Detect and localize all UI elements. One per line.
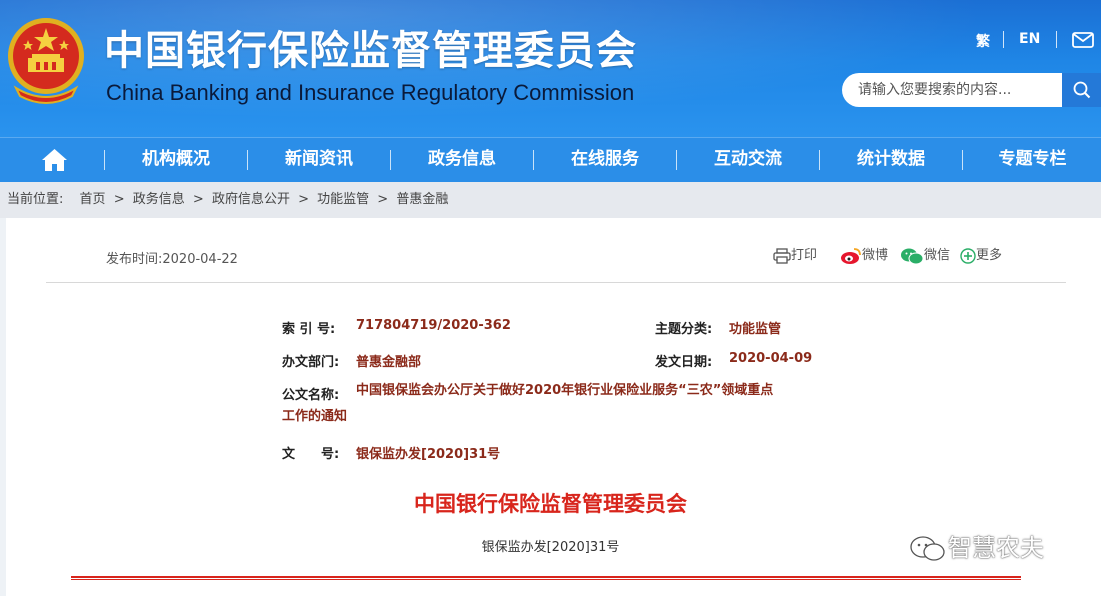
mail-icon[interactable] xyxy=(1072,32,1094,48)
weibo-label: 微博 xyxy=(862,248,889,263)
topic-value: 功能监管 xyxy=(729,322,782,337)
national-emblem-icon xyxy=(8,18,84,104)
more-label: 更多 xyxy=(976,248,1003,263)
lang-divider xyxy=(1056,31,1057,48)
breadcrumb-separator: > xyxy=(298,192,309,207)
weibo-share-button[interactable]: 微博 xyxy=(840,246,888,266)
site-title-english: China Banking and Insurance Regulatory C… xyxy=(106,80,635,105)
print-button[interactable]: 打印 xyxy=(773,246,817,266)
nav-divider xyxy=(247,150,248,170)
red-header-rule xyxy=(71,576,1021,580)
breadcrumb-item-home[interactable]: 首页 xyxy=(80,182,106,218)
nav-divider xyxy=(962,150,963,170)
watermark: 智慧农夫 xyxy=(908,528,1044,564)
nav-item-statistics[interactable]: 统计数据 xyxy=(821,137,961,182)
breadcrumb-label: 当前位置: xyxy=(7,192,64,207)
wechat-label: 微信 xyxy=(924,248,951,263)
document-title: 中国银行保险监督管理委员会 xyxy=(414,492,687,516)
nav-item-government-info[interactable]: 政务信息 xyxy=(392,137,532,182)
nav-divider xyxy=(104,150,105,170)
site-title-chinese: 中国银行保险监督管理委员会 xyxy=(104,28,637,74)
index-number-value: 717804719/2020-362 xyxy=(356,318,511,333)
topic-label: 主题分类: xyxy=(655,322,713,337)
nav-divider xyxy=(676,150,677,170)
nav-divider xyxy=(819,150,820,170)
breadcrumb-item-inclusive-finance[interactable]: 普惠金融 xyxy=(396,182,448,218)
print-label: 打印 xyxy=(791,248,818,263)
nav-item-about[interactable]: 机构概况 xyxy=(106,137,246,182)
search-icon xyxy=(1073,81,1091,99)
index-number-label: 索 引 号: xyxy=(282,322,336,337)
document-number-label: 文 号: xyxy=(282,447,340,462)
breadcrumb-separator: > xyxy=(113,192,125,207)
search-button[interactable] xyxy=(1062,73,1101,107)
breadcrumb-separator: > xyxy=(192,192,204,207)
nav-item-interaction[interactable]: 互动交流 xyxy=(678,137,818,182)
nav-divider xyxy=(533,150,534,170)
department-value: 普惠金融部 xyxy=(356,355,422,370)
issue-date-label: 发文日期: xyxy=(655,355,713,370)
nav-item-news[interactable]: 新闻资讯 xyxy=(249,137,389,182)
search-input[interactable] xyxy=(858,73,1058,107)
traditional-chinese-link[interactable]: 繁 xyxy=(976,31,990,51)
more-share-button[interactable]: 更多 xyxy=(960,246,1002,266)
nav-item-special-topics[interactable]: 专题专栏 xyxy=(964,137,1101,182)
plus-circle-icon xyxy=(960,247,976,264)
printer-icon xyxy=(773,247,791,264)
breadcrumb-item-functional-supervision[interactable]: 功能监管 xyxy=(317,182,369,218)
weibo-icon xyxy=(841,247,861,264)
breadcrumb-separator: > xyxy=(377,192,389,207)
breadcrumb-item-disclosure[interactable]: 政府信息公开 xyxy=(212,182,290,218)
wechat-icon xyxy=(901,248,924,264)
nav-divider xyxy=(390,150,391,170)
breadcrumb-item-government-info[interactable]: 政务信息 xyxy=(133,182,185,218)
breadcrumb: 当前位置: 首页 > 政务信息 > 政府信息公开 > 功能监管 > 普惠金融 xyxy=(0,182,1101,218)
wechat-watermark-icon xyxy=(910,536,945,561)
home-icon[interactable] xyxy=(41,148,68,172)
watermark-text: 智慧农夫 xyxy=(948,534,1044,562)
issue-date-value: 2020-04-09 xyxy=(729,351,813,366)
lang-divider xyxy=(1003,31,1004,48)
publish-time: 发布时间:2020-04-22 xyxy=(106,252,238,267)
department-label: 办文部门: xyxy=(282,355,340,370)
divider xyxy=(46,282,1066,283)
wechat-share-button[interactable]: 微信 xyxy=(900,246,950,266)
document-number-value: 银保监办发[2020]31号 xyxy=(356,447,501,462)
nav-item-online-services[interactable]: 在线服务 xyxy=(535,137,675,182)
english-link[interactable]: EN xyxy=(1019,31,1040,47)
document-name-value: 中国银保监会办公厅关于做好2020年银行业保险业服务“三农”领域重点工作的通知 xyxy=(282,383,774,424)
